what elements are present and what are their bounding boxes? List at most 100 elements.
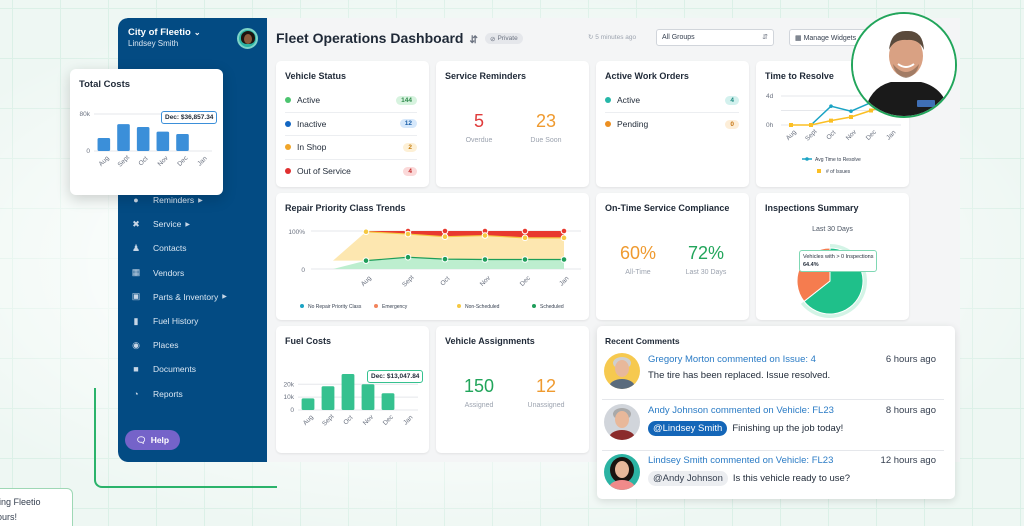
caret-right-icon: ▶ — [185, 221, 190, 228]
legend-swatch — [805, 157, 809, 161]
sidebar-item-label: Service — [153, 219, 182, 230]
card-title: Recent Comments — [605, 336, 680, 346]
sidebar-item-label: Documents — [153, 364, 196, 375]
assigned-value: 150 — [463, 376, 495, 396]
comment-author-link[interactable]: Gregory Morton commented on Issue: 4 — [648, 354, 816, 365]
pie-chart-icon: ◔ — [133, 388, 139, 399]
comment-time: 12 hours ago — [880, 455, 936, 466]
fuel-costs-tooltip: Dec: $13,047.84 — [367, 370, 424, 383]
legend-swatch — [457, 304, 461, 308]
work-order-row[interactable]: Pending 0 — [605, 113, 739, 137]
data-point — [829, 104, 833, 108]
assigned-stat[interactable]: 150 Assigned — [449, 376, 509, 409]
all-time-label: All-Time — [625, 269, 651, 276]
data-point — [362, 257, 370, 264]
sidebar-item-vendors[interactable]: ▦ Vendors — [118, 261, 267, 285]
x-tick-label: Jan — [196, 155, 209, 168]
status-dot-icon — [285, 168, 291, 175]
y-tick-label: 100% — [288, 229, 305, 236]
y-tick-label: 0h — [766, 122, 774, 129]
sidebar-item-reports[interactable]: ◔ Reports — [118, 382, 267, 406]
sidebar-item-label: Vendors — [153, 267, 185, 278]
comment-author-link[interactable]: Lindsey Smith commented on Vehicle: FL23 — [648, 455, 833, 466]
sidebar-item-places[interactable]: ◉ Places — [118, 333, 267, 357]
sidebar-item-parts-inventory[interactable]: ▣ Parts & Inventory ▶ — [118, 285, 267, 309]
data-point — [560, 256, 568, 263]
data-point — [441, 233, 449, 241]
mention-tag[interactable]: @Lindsey Smith — [648, 421, 728, 436]
status-count-badge: 4 — [403, 166, 417, 176]
comment-text: The tire has been replaced. Issue resolv… — [648, 370, 831, 381]
sidebar-item-fuel-history[interactable]: ▮ Fuel History — [118, 309, 267, 333]
user-avatar[interactable] — [237, 28, 258, 49]
vehicle-status-list: Active 144 Inactive 12 In Shop 2 Out of Servic… — [285, 89, 417, 183]
legend-swatch — [374, 304, 378, 308]
group-select[interactable]: All Groups ⇵ — [656, 29, 774, 46]
status-dot-icon — [285, 144, 291, 151]
card-title: Service Reminders — [445, 71, 527, 81]
comment-item: Andy Johnson commented on Vehicle: FL23 … — [602, 401, 944, 451]
comment-avatar[interactable] — [604, 353, 640, 389]
x-tick-label: Aug — [785, 129, 798, 142]
vehicle-status-row[interactable]: In Shop 2 — [285, 136, 417, 160]
sidebar-item-contacts[interactable]: ♟ Contacts — [118, 236, 267, 260]
card-title: Vehicle Status — [285, 71, 347, 81]
due-soon-stat[interactable]: 23 Due Soon — [516, 111, 576, 144]
data-point — [809, 123, 813, 127]
presenter-illustration — [853, 14, 955, 116]
bar — [117, 124, 130, 151]
data-point — [829, 118, 833, 123]
unassigned-stat[interactable]: 12 Unassigned — [516, 376, 576, 409]
comment-avatar[interactable] — [604, 454, 640, 490]
refresh-icon[interactable]: ↻ — [588, 34, 593, 41]
vehicle-status-row[interactable]: Inactive 12 — [285, 113, 417, 136]
tooltip-value: 64.4% — [803, 262, 819, 268]
org-switcher[interactable]: City of Fleetio ⌄ — [128, 27, 201, 38]
y-tick-label: 4d — [766, 93, 774, 100]
data-point — [869, 108, 873, 113]
last-30-label: Last 30 Days — [685, 269, 727, 276]
data-point — [560, 227, 568, 235]
inspections-tooltip: Vehicles with > 0 Inspections 64.4% — [799, 250, 878, 272]
bar — [341, 374, 355, 410]
legend-swatch — [817, 169, 821, 173]
group-select-value: All Groups — [662, 34, 695, 41]
x-tick-label: Nov — [157, 154, 171, 168]
legend-label: Emergency — [382, 304, 408, 310]
dashboard-switcher-icon[interactable]: ⇵ — [469, 35, 477, 46]
fuel-icon: ▮ — [133, 315, 139, 326]
status-label: Out of Service — [297, 166, 351, 177]
data-point — [849, 115, 853, 120]
sidebar-item-label: Reports — [153, 388, 183, 399]
comment-author-link[interactable]: Andy Johnson commented on Vehicle: FL23 — [648, 405, 834, 416]
x-tick-label: Dec — [865, 128, 879, 142]
status-label: Pending — [617, 119, 649, 130]
status-dot-icon — [285, 97, 291, 104]
sidebar-item-service[interactable]: ✖ Service ▶ — [118, 212, 267, 236]
y-tick-label: 10k — [284, 394, 295, 401]
vehicle-status-card: Vehicle Status Active 144 Inactive 12 In Sho… — [276, 61, 429, 187]
overdue-stat[interactable]: 5 Overdue — [449, 111, 509, 144]
all-time-value: 60% — [619, 243, 657, 263]
bell-icon: ● — [133, 195, 139, 206]
status-label: In Shop — [297, 142, 327, 153]
data-point — [521, 234, 529, 242]
fuel-costs-chart: 0 10k 20k Aug Sept Oct Nov Dec Jan — [284, 374, 418, 428]
last-30-value: 72% — [687, 243, 725, 263]
card-title: Vehicle Assignments — [445, 336, 535, 346]
sidebar-item-label: Reminders — [153, 195, 195, 206]
x-tick-label: Oct — [137, 155, 149, 167]
due-soon-label: Due Soon — [530, 137, 562, 144]
sidebar-item-documents[interactable]: ■ Documents — [118, 357, 267, 381]
vehicle-status-row[interactable]: Active 144 — [285, 89, 417, 113]
x-tick-label: Sept — [117, 154, 132, 169]
comment-avatar[interactable] — [604, 404, 640, 440]
x-tick-label: Dec — [519, 274, 533, 288]
status-label: Active — [617, 95, 641, 106]
work-order-row[interactable]: Active 4 — [605, 89, 739, 113]
legend-label: Avg Time to Resolve — [815, 157, 861, 163]
y-tick-label: 0 — [86, 148, 90, 155]
vehicle-status-row[interactable]: Out of Service 4 — [285, 160, 417, 184]
mention-tag[interactable]: @Andy Johnson — [648, 471, 728, 486]
help-button[interactable]: 🗨︎ Help — [125, 430, 180, 450]
